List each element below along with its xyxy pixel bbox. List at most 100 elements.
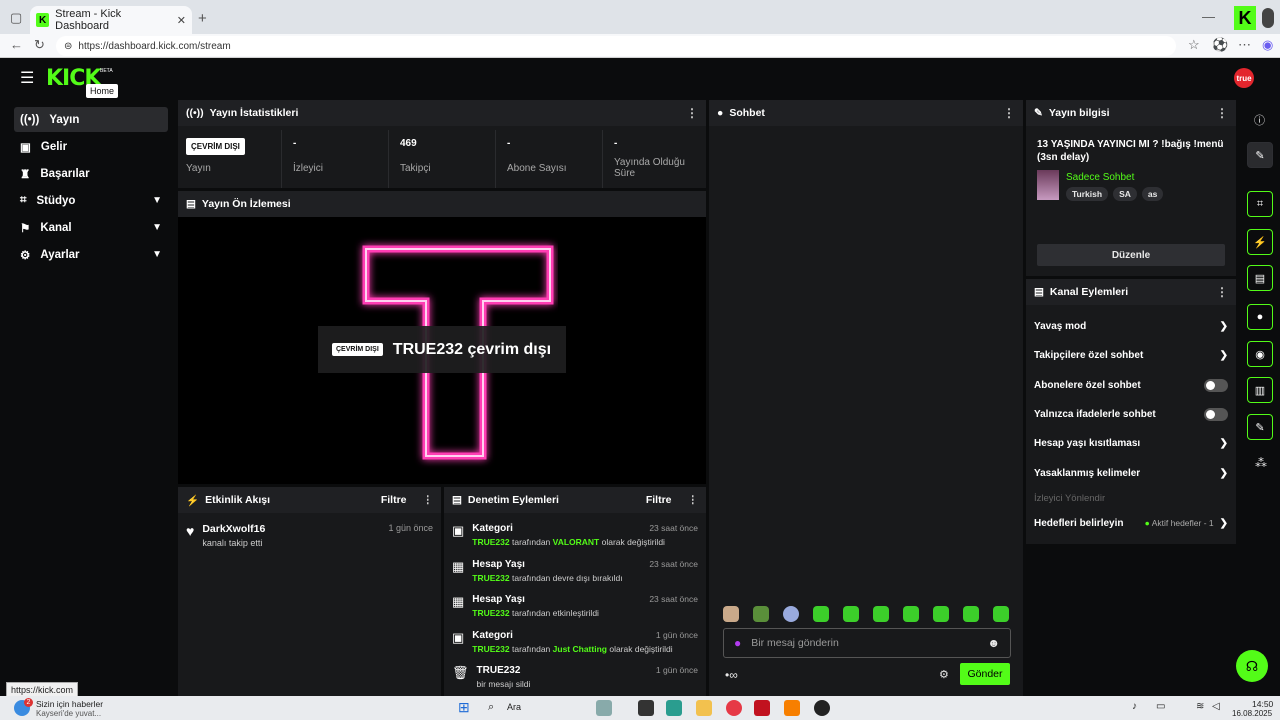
support-button[interactable]: ☊ — [1236, 650, 1268, 682]
rail-button-3[interactable]: ▤ — [1247, 265, 1273, 291]
mod-user[interactable]: TRUE232 — [472, 573, 509, 583]
avatar[interactable]: true — [1234, 68, 1254, 88]
emote-icon[interactable] — [903, 606, 919, 622]
followers-only-row[interactable]: Takipçilere özel sohbet ❯ — [1034, 346, 1228, 364]
address-field[interactable]: ⊜ https://dashboard.kick.com/stream — [56, 36, 1176, 56]
emote-icon[interactable] — [873, 606, 889, 622]
tag-chip[interactable]: SA — [1113, 187, 1137, 201]
opera-icon[interactable] — [726, 700, 742, 716]
sidebar-item-ayarlar[interactable]: ⚙ Ayarlar ▼ — [14, 242, 168, 267]
filter-button[interactable]: Filtre — [381, 494, 407, 506]
banned-words-row[interactable]: Yasaklanmış kelimeler ❯ — [1034, 464, 1228, 482]
widgets-icon[interactable] — [596, 700, 612, 716]
rail-button-4[interactable]: ● — [1247, 304, 1273, 330]
app-icon-3[interactable] — [814, 700, 830, 716]
network-icon[interactable]: ▭ — [1156, 701, 1165, 712]
minimize-icon[interactable]: — — [1202, 9, 1215, 24]
close-tab-icon[interactable]: ✕ — [177, 14, 186, 27]
chat-placeholder: Bir mesaj gönderin — [751, 637, 839, 649]
edit-rail-button[interactable]: ✎ — [1247, 142, 1273, 168]
gear-icon: ⚙ — [20, 249, 31, 262]
emote-icon[interactable] — [963, 606, 979, 622]
goals-row[interactable]: Hedefleri belirleyin ● Aktif hedefler - … — [1034, 514, 1228, 532]
emote-icon[interactable] — [843, 606, 859, 622]
stats-title: Yayın İstatistikleri — [209, 107, 299, 119]
follower-name: DarkXwolf16 — [202, 523, 266, 535]
rail-button-1[interactable]: ⌗ — [1247, 191, 1273, 217]
filter-button[interactable]: Filtre — [646, 494, 672, 506]
kebab-menu-icon[interactable]: ⋮ — [688, 494, 699, 506]
menu-icon[interactable]: ☰ — [20, 68, 34, 88]
emote-icon[interactable] — [753, 606, 769, 622]
copilot-icon[interactable]: ◉ — [1262, 37, 1273, 53]
category-link[interactable]: Sadece Sohbet — [1066, 172, 1134, 183]
kebab-menu-icon[interactable]: ⋮ — [1216, 285, 1228, 299]
status-badge: ÇEVRİM DIŞI — [186, 138, 245, 155]
kebab-menu-icon[interactable]: ⋮ — [686, 106, 698, 120]
windows-start-icon[interactable]: ⊞ — [458, 699, 470, 716]
mod-user[interactable]: TRUE232 — [472, 537, 509, 547]
mic-icon[interactable]: ● — [734, 636, 741, 650]
site-info-icon[interactable]: ⊜ — [64, 41, 72, 52]
clock-time[interactable]: 14:50 — [1252, 699, 1273, 709]
goals-status: ● Aktif hedefler - 1 — [1144, 518, 1214, 528]
send-button[interactable]: Gönder — [960, 663, 1010, 685]
edit-button[interactable]: Düzenle — [1037, 244, 1225, 266]
kick-favicon-icon: K — [36, 13, 50, 27]
sidebar-item-gelir[interactable]: ▣ Gelir — [14, 134, 168, 159]
taskbar-search[interactable]: Ara — [507, 702, 521, 712]
account-age-row[interactable]: Hesap yaşı kısıtlaması ❯ — [1034, 434, 1228, 452]
volume-icon[interactable]: ◁ — [1212, 701, 1220, 712]
emote-icon[interactable] — [813, 606, 829, 622]
emoji-icon[interactable]: ☻ — [987, 636, 1000, 650]
kebab-menu-icon[interactable]: ⋮ — [1216, 106, 1228, 120]
rail-button-2[interactable]: ⚡ — [1247, 229, 1273, 255]
emote-icon[interactable] — [723, 606, 739, 622]
app-icon[interactable] — [754, 700, 770, 716]
new-tab-icon[interactable]: + — [198, 10, 207, 27]
back-icon[interactable]: ← — [10, 37, 23, 52]
info-icon[interactable]: ⓘ — [1254, 112, 1265, 128]
activity-desc: kanalı takip etti — [202, 538, 263, 548]
chat-input[interactable]: ● Bir mesaj gönderin ☻ — [723, 628, 1011, 658]
apps-icon[interactable]: ⁂ — [1255, 456, 1267, 470]
refresh-icon[interactable]: ↻ — [34, 37, 45, 53]
tag-chip[interactable]: Turkish — [1066, 187, 1109, 201]
kebab-menu-icon[interactable]: ⋮ — [423, 494, 434, 506]
favorites-icon[interactable]: ☆ — [1188, 37, 1200, 53]
search-icon[interactable]: ⌕ — [488, 701, 494, 714]
sidebar-item-kanal[interactable]: ⚑ Kanal ▼ — [14, 215, 168, 240]
mod-time: 23 saat önce — [649, 523, 698, 533]
subscribers-only-toggle[interactable] — [1204, 378, 1228, 392]
task-view-icon[interactable] — [638, 700, 654, 716]
emote-icon[interactable] — [933, 606, 949, 622]
emote-icon[interactable] — [993, 606, 1009, 622]
mod-user[interactable]: TRUE232 — [472, 608, 509, 618]
explorer-icon[interactable] — [696, 700, 712, 716]
chevron-right-icon: ❯ — [1219, 467, 1228, 479]
sidebar-item-basarilar[interactable]: ♜ Başarılar — [14, 161, 168, 186]
rail-button-7[interactable]: ✎ — [1247, 414, 1273, 440]
news-title[interactable]: Sizin için haberler — [36, 699, 103, 709]
emotes-only-toggle[interactable] — [1204, 407, 1228, 421]
kebab-menu-icon[interactable]: ⋮ — [1003, 106, 1015, 120]
rail-button-5[interactable]: ◉ — [1247, 341, 1273, 367]
extension-icon[interactable]: ⚽ — [1212, 37, 1228, 53]
mod-user[interactable]: TRUE232 — [472, 644, 509, 654]
wifi-icon[interactable]: ≋ — [1196, 701, 1204, 712]
emote-icon[interactable] — [783, 606, 799, 622]
rail-button-6[interactable]: ▥ — [1247, 377, 1273, 403]
more-icon[interactable]: ⋯ — [1238, 37, 1251, 53]
sidebar-item-yayin[interactable]: ((•)) Yayın — [14, 107, 168, 132]
infinity-icon[interactable]: •∞ — [725, 668, 738, 682]
slow-mode-row[interactable]: Yavaş mod ❯ — [1034, 317, 1228, 335]
edge-icon[interactable] — [666, 700, 682, 716]
gear-icon[interactable]: ⚙ — [939, 668, 949, 681]
browser-tab[interactable]: K Stream - Kick Dashboard ✕ — [30, 6, 192, 34]
mic-icon[interactable]: ♪ — [1132, 701, 1137, 712]
tab-actions-icon[interactable]: ▢ — [10, 10, 22, 26]
app-icon-2[interactable] — [784, 700, 800, 716]
tag-chip[interactable]: as — [1141, 187, 1164, 201]
sidebar-item-studyo[interactable]: ⌗ Stüdyo ▼ — [14, 188, 168, 213]
headset-icon: ☊ — [1245, 657, 1259, 674]
